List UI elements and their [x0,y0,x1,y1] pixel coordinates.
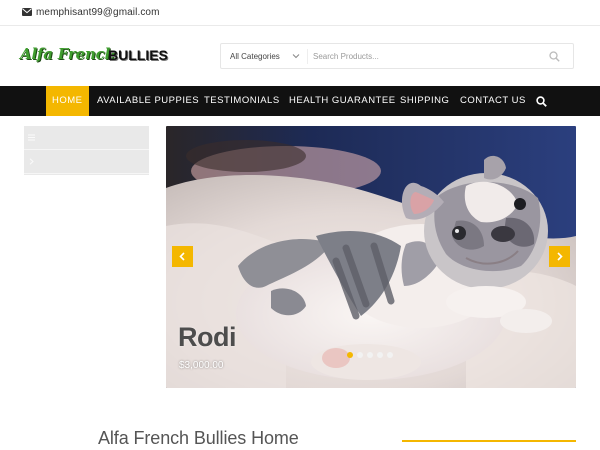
sidebar-item-menu[interactable] [24,126,149,150]
title-divider [402,440,576,442]
envelope-icon [22,8,32,16]
chevron-right-icon [557,252,563,261]
slider-next-button[interactable] [549,246,570,267]
sidebar-item-category[interactable] [24,150,149,174]
slider-prev-button[interactable] [172,246,193,267]
top-bar: memphisant99@gmail.com [0,0,600,26]
slide-price: $3,000.00 [179,360,224,371]
slider-dots [347,352,395,360]
contact-email[interactable]: memphisant99@gmail.com [36,7,160,18]
page-title: Alfa French Bullies Home [98,428,299,448]
nav-item-health-guarantee[interactable]: HEALTH GUARANTEE [289,86,396,116]
search-divider [307,49,308,64]
chevron-left-icon [179,252,185,261]
product-search-bar: All Categories [220,43,574,69]
logo-script-text: Alfa French [20,45,116,63]
slider-dot[interactable] [377,352,383,358]
slide-title[interactable]: Rodi [178,322,237,353]
chevron-down-icon[interactable] [292,52,300,60]
chevron-right-icon [29,158,34,165]
hero-slider[interactable]: Rodi $3,000.00 [166,126,576,388]
category-sidebar [24,126,149,175]
nav-item-shipping[interactable]: SHIPPING [400,86,449,116]
site-logo[interactable]: Alfa French BULLIES [20,42,180,72]
search-input[interactable] [313,48,533,65]
search-icon[interactable] [536,96,547,107]
nav-item-contact-us[interactable]: CONTACT US [460,86,526,116]
main-nav: HOME AVAILABLE PUPPIES TESTIMONIALS HEAL… [0,86,600,116]
nav-item-available-puppies[interactable]: AVAILABLE PUPPIES [97,86,199,116]
logo-bold-text: BULLIES [108,47,168,63]
nav-item-home[interactable]: HOME [46,86,89,116]
search-icon[interactable] [549,51,560,62]
slider-dot[interactable] [357,352,363,358]
menu-icon [28,134,35,141]
slider-dot[interactable] [347,352,353,358]
slider-dot[interactable] [367,352,373,358]
nav-item-testimonials[interactable]: TESTIMONIALS [204,86,280,116]
category-select[interactable]: All Categories [230,52,280,61]
slider-dot[interactable] [387,352,393,358]
